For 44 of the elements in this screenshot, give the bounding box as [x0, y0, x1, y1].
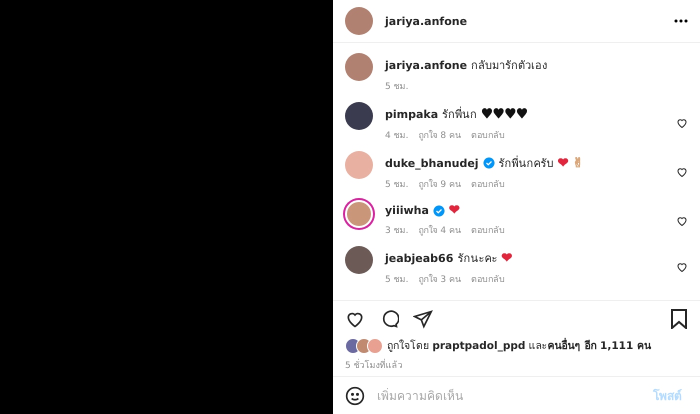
verified-badge-icon — [482, 157, 495, 169]
emoji: ✌ — [572, 156, 584, 170]
username[interactable]: yiiiwha — [385, 204, 429, 217]
emoji-icon[interactable] — [345, 386, 365, 406]
heart-icon[interactable] — [676, 215, 688, 227]
reply-link[interactable]: ตอบกลับ — [470, 177, 505, 191]
reply-link[interactable]: ตอบกลับ — [470, 223, 505, 237]
likes-count-link[interactable]: ถูกใจ 3 คน — [418, 272, 461, 286]
heart-icon[interactable] — [676, 117, 688, 129]
avatar — [367, 338, 383, 354]
timestamp: 5 ชม. — [385, 179, 408, 191]
post-time: 5 ชั่วโมงที่แล้ว — [345, 358, 688, 372]
timestamp: 5 ชม. — [385, 81, 408, 93]
username[interactable]: jariya.anfone — [385, 14, 468, 28]
timestamp: 5 ชม. — [385, 274, 408, 286]
avatar[interactable] — [345, 246, 373, 274]
verified-badge-icon — [432, 204, 445, 216]
likes-count-link[interactable]: ถูกใจ 4 คน — [418, 223, 461, 237]
more-options-icon[interactable] — [674, 19, 688, 23]
comment-text: รักพี่นก — [442, 106, 478, 123]
comment-text: รักพี่นกครับ — [498, 154, 554, 172]
heart-icon[interactable] — [676, 166, 688, 178]
caption-text: กลับมารักตัวเอง — [471, 58, 548, 74]
timestamp: 3 ชม. — [385, 225, 408, 237]
username[interactable]: duke_bhanudej — [385, 156, 479, 170]
avatar[interactable] — [345, 102, 373, 130]
likes-count-link[interactable]: ถูกใจ 9 คน — [418, 177, 461, 191]
username[interactable]: pimpaka — [385, 108, 438, 120]
avatar[interactable] — [345, 200, 373, 228]
username[interactable]: jariya.anfone — [385, 58, 468, 72]
heart-icon[interactable] — [676, 261, 688, 273]
comment-text: รักนะคะ — [457, 251, 498, 267]
likes-summary[interactable]: ถูกใจโดย praptpadol_ppd และคนอื่นๆ อีก 1,111 คน — [387, 337, 651, 354]
likes-count-link[interactable]: ถูกใจ 8 คน — [418, 128, 461, 142]
reply-link[interactable]: ตอบกลับ — [470, 272, 505, 286]
emoji: ❤ — [448, 203, 460, 218]
username[interactable]: jeabjeab66 — [385, 252, 454, 264]
share-icon[interactable] — [413, 309, 433, 329]
emoji: ❤ — [558, 156, 568, 170]
emoji: ♥♥♥♥ — [481, 106, 528, 122]
bookmark-icon[interactable] — [670, 309, 688, 329]
emoji: ❤ — [501, 250, 512, 266]
timestamp: 4 ชม. — [385, 130, 408, 142]
reply-link[interactable]: ตอบกลับ — [470, 128, 505, 142]
